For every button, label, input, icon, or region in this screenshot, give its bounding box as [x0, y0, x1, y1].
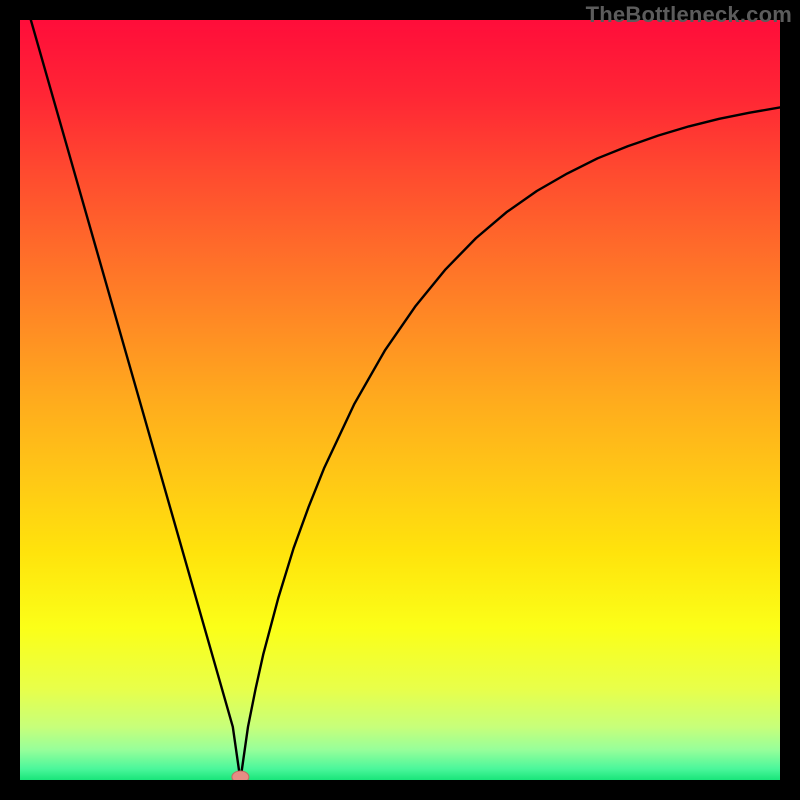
- plot-area: [20, 20, 780, 780]
- plot-svg: [20, 20, 780, 780]
- chart-frame: TheBottleneck.com: [0, 0, 800, 800]
- watermark-text: TheBottleneck.com: [586, 2, 792, 28]
- minimum-marker: [232, 771, 249, 780]
